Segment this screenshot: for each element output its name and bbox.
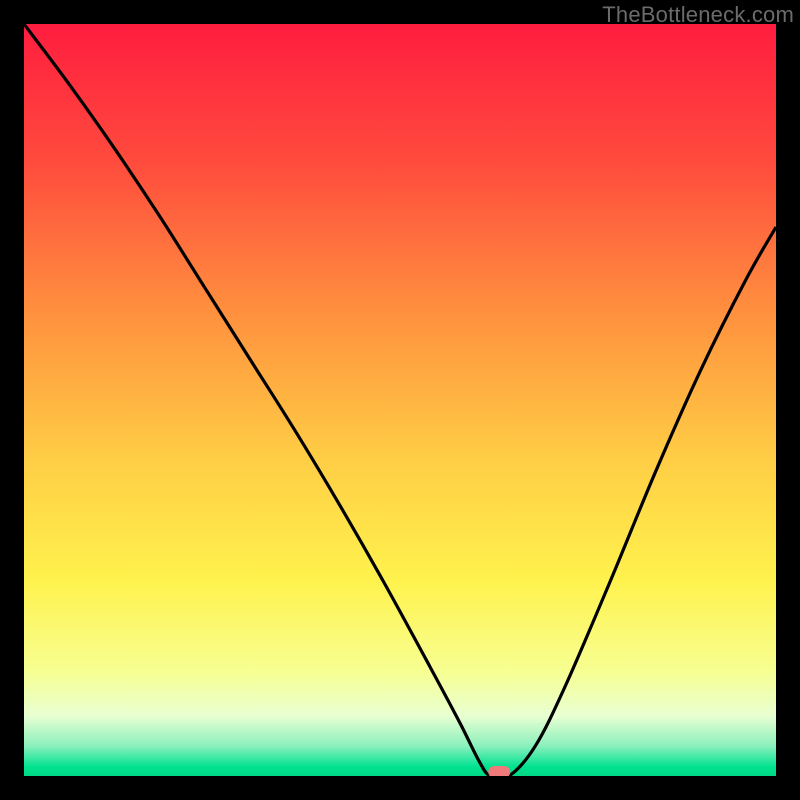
- min-point-marker: [488, 766, 510, 776]
- plot-area: [24, 24, 776, 776]
- chart-svg: [24, 24, 776, 776]
- gradient-background: [24, 24, 776, 776]
- chart-frame: TheBottleneck.com: [0, 0, 800, 800]
